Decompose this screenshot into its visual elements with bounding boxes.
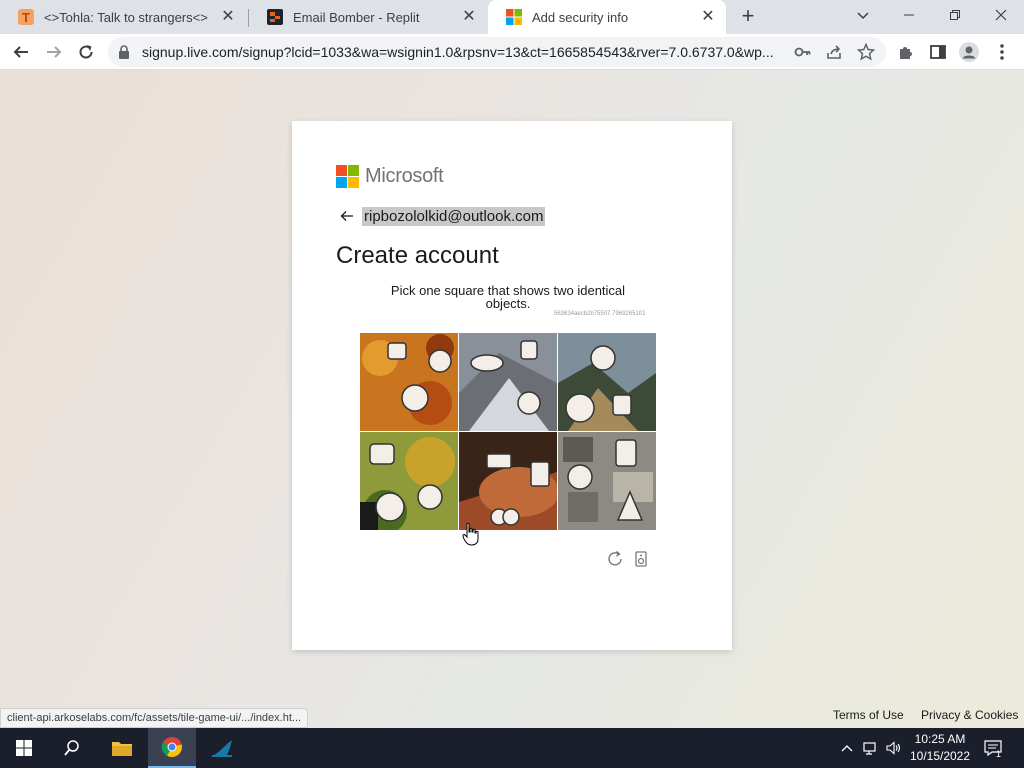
microsoft-wordmark: Microsoft <box>365 165 444 187</box>
chrome-icon[interactable] <box>148 728 196 768</box>
tab-title: Email Bomber - Replit <box>293 9 420 25</box>
address-bar[interactable]: signup.live.com/signup?lcid=1033&wa=wsig… <box>108 37 886 67</box>
bookmark-star-icon[interactable] <box>856 42 876 61</box>
extensions-puzzle-icon[interactable] <box>895 41 917 63</box>
tray-chevron-up-icon[interactable] <box>838 728 856 768</box>
back-arrow-icon[interactable] <box>10 41 32 63</box>
captcha-tile-2[interactable] <box>459 333 557 431</box>
tab-strip: T <>Tohla: Talk to strangers<> ✕ Email B… <box>0 0 1024 34</box>
hand-cursor-icon <box>462 522 480 551</box>
terms-of-use-link[interactable]: Terms of Use <box>833 708 904 722</box>
close-tab-icon[interactable]: ✕ <box>700 9 716 25</box>
close-tab-icon[interactable]: ✕ <box>461 9 477 25</box>
microsoft-logo-icon <box>336 165 360 189</box>
tab-tohla[interactable]: T <>Tohla: Talk to strangers<> ✕ <box>0 0 246 34</box>
page-background: Microsoft ripbozololkid@outlook.com Crea… <box>0 70 1024 728</box>
network-icon[interactable] <box>861 728 881 768</box>
url-text: signup.live.com/signup?lcid=1033&wa=wsig… <box>142 44 774 60</box>
tab-search-chevron-icon[interactable] <box>850 4 876 26</box>
minimize-icon[interactable] <box>896 4 922 26</box>
more-menu-icon[interactable] <box>991 41 1013 63</box>
account-email: ripbozololkid@outlook.com <box>362 207 546 226</box>
wireshark-icon[interactable] <box>198 728 246 768</box>
windows-start-icon[interactable] <box>0 728 48 768</box>
file-explorer-icon[interactable] <box>98 728 146 768</box>
share-icon[interactable] <box>825 43 843 61</box>
tab-title: <>Tohla: Talk to strangers<> <box>44 9 208 25</box>
side-panel-icon[interactable] <box>927 41 949 63</box>
notification-count-badge: 1 <box>996 749 1002 759</box>
microsoft-favicon <box>506 9 522 25</box>
windows-taskbar: 10:25 AM 10/15/2022 1 <box>0 728 1024 768</box>
tab-title: Add security info <box>532 9 629 25</box>
replit-favicon <box>267 9 283 25</box>
captcha-prompt: Pick one square that shows two identical… <box>390 283 626 311</box>
browser-toolbar: signup.live.com/signup?lcid=1033&wa=wsig… <box>0 34 1024 70</box>
captcha-session-id: 563634aecb2b75507.7969265101 <box>554 311 646 317</box>
search-icon[interactable] <box>48 728 96 768</box>
page-title: Create account <box>336 242 499 269</box>
back-arrow-icon[interactable] <box>340 209 354 227</box>
link-status-bar: client-api.arkoselabs.com/fc/assets/tile… <box>0 708 309 728</box>
clock-time: 10:25 AM <box>914 732 966 746</box>
close-tab-icon[interactable]: ✕ <box>220 9 236 25</box>
close-window-icon[interactable] <box>988 4 1014 26</box>
notification-center-icon[interactable] <box>982 728 1004 768</box>
captcha-tile-6[interactable] <box>558 432 656 530</box>
refresh-icon[interactable] <box>605 549 625 569</box>
key-icon[interactable] <box>794 43 812 61</box>
signup-card: Microsoft ripbozololkid@outlook.com Crea… <box>292 121 732 650</box>
captcha-tile-grid <box>360 333 656 530</box>
privacy-cookies-link[interactable]: Privacy & Cookies <box>921 708 1018 722</box>
restore-icon[interactable] <box>942 4 968 26</box>
lock-icon[interactable] <box>118 45 130 64</box>
captcha-tile-4[interactable] <box>360 432 458 530</box>
audio-challenge-icon[interactable] <box>631 549 651 569</box>
system-clock[interactable]: 10:25 AM 10/15/2022 <box>906 731 974 765</box>
profile-avatar-icon[interactable] <box>958 41 980 63</box>
new-tab-icon[interactable]: + <box>737 5 759 27</box>
reload-icon[interactable] <box>75 41 97 63</box>
captcha-tile-1[interactable] <box>360 333 458 431</box>
tohla-favicon: T <box>18 9 34 25</box>
svg-text:T: T <box>22 10 30 25</box>
tab-replit[interactable]: Email Bomber - Replit ✕ <box>249 0 487 34</box>
volume-icon[interactable] <box>884 728 904 768</box>
clock-date: 10/15/2022 <box>909 749 971 763</box>
forward-arrow-icon[interactable] <box>43 41 65 63</box>
tab-add-security-info[interactable]: Add security info ✕ <box>488 0 726 34</box>
captcha-tile-3[interactable] <box>558 333 656 431</box>
captcha-tile-5[interactable] <box>459 432 557 530</box>
